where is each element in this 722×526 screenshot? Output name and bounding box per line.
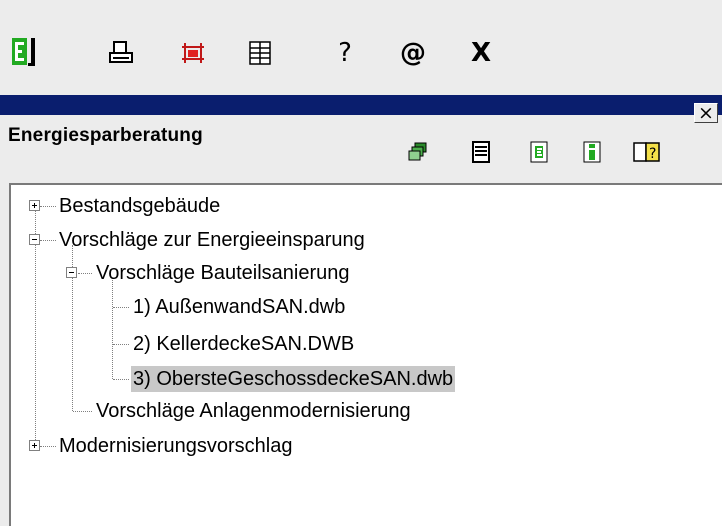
tree-item-bestandsgebaeude[interactable]: Bestandsgebäude (57, 193, 222, 219)
tree-connector (112, 280, 113, 379)
tree-item-oberste-geschossdecke[interactable]: 3) ObersteGeschossdeckeSAN.dwb (131, 366, 456, 392)
at-glyph: @ (400, 38, 426, 68)
tree-connector (40, 240, 56, 241)
panel-title-bar (0, 95, 722, 115)
tree-connector (113, 344, 129, 345)
tree-item-vorschlaege-energieeinsparung[interactable]: Vorschläge zur Energieeinsparung (57, 227, 367, 253)
expand-toggle-icon[interactable] (29, 440, 40, 451)
tree-item-kellerdecke[interactable]: 2) KellerdeckeSAN.DWB (131, 331, 356, 357)
document-e-icon[interactable] (530, 141, 552, 165)
panel-title: Energiesparberatung (8, 125, 203, 146)
svg-text:?: ? (649, 146, 656, 162)
info-icon[interactable] (583, 141, 605, 165)
tree-connector (78, 273, 92, 274)
tree-item-aussenwand[interactable]: 1) AußenwandSAN.dwb (131, 294, 347, 320)
tree-item-vorschlaege-anlagenmodernisierung[interactable]: Vorschläge Anlagenmodernisierung (94, 398, 413, 424)
expand-toggle-icon[interactable] (29, 200, 40, 211)
close-icon[interactable]: X (466, 38, 496, 68)
tree-item-vorschlaege-bauteilsanierung[interactable]: Vorschläge Bauteilsanierung (94, 260, 352, 286)
print-icon[interactable] (106, 38, 136, 68)
tree-item-modernisierungsvorschlag[interactable]: Modernisierungsvorschlag (57, 433, 294, 459)
panel-close-button[interactable]: × (694, 103, 718, 123)
tree-connector (113, 307, 129, 308)
panel-close-icon: × (698, 101, 714, 124)
logo-e-icon[interactable] (11, 37, 37, 67)
table-icon[interactable] (245, 38, 275, 68)
tree-connector (113, 379, 129, 380)
book-icon[interactable]: ? (633, 141, 661, 165)
at-icon[interactable]: @ (396, 38, 430, 68)
collapse-toggle-icon[interactable] (66, 267, 77, 278)
collapse-toggle-icon[interactable] (29, 234, 40, 245)
close-glyph: X (470, 38, 492, 68)
help-icon[interactable]: ? (330, 38, 360, 68)
tree-connector (73, 411, 92, 412)
grid-select-icon[interactable] (178, 38, 208, 68)
list-icon[interactable] (472, 141, 494, 165)
tree-connector (40, 446, 56, 447)
help-glyph: ? (338, 38, 352, 68)
stack-icon[interactable] (407, 141, 429, 165)
tree-connector (40, 206, 56, 207)
